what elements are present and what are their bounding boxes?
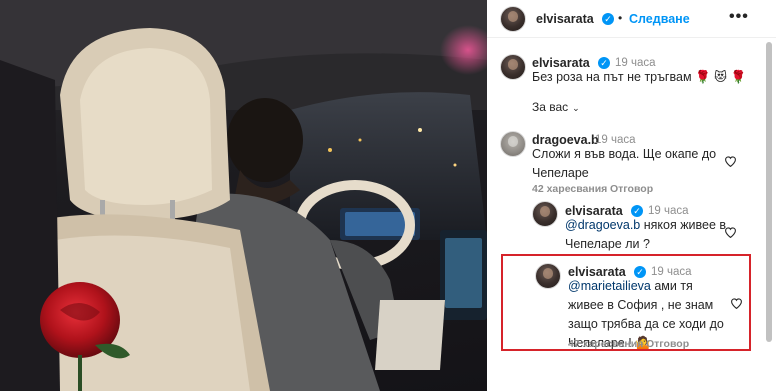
- caption-text: Без роза на път не тръгвам 🌹 😻 🌹: [532, 70, 747, 84]
- comment-sort-dropdown[interactable]: За вас ⌄: [532, 100, 580, 114]
- comment-avatar[interactable]: [500, 131, 526, 157]
- reply-button[interactable]: Отговор: [610, 183, 653, 195]
- caption-avatar[interactable]: [500, 54, 526, 80]
- chevron-down-icon: ⌄: [572, 103, 580, 113]
- author-avatar[interactable]: [500, 6, 526, 32]
- scrollbar-thumb[interactable]: [766, 42, 772, 342]
- highlight-frame: [501, 254, 751, 351]
- separator-dot: •: [618, 11, 623, 25]
- reply-text: @dragoeva.b някоя живее в Чепеларе ли ?: [565, 216, 730, 254]
- post-header: elvisarata ✓ • Следване •••: [487, 0, 776, 38]
- follow-button[interactable]: Следване: [629, 12, 690, 26]
- more-options-icon[interactable]: •••: [729, 8, 749, 26]
- heart-icon[interactable]: [724, 226, 737, 239]
- car-interior-image: [0, 0, 487, 391]
- verified-badge-icon: ✓: [602, 13, 614, 25]
- heart-icon[interactable]: [724, 155, 737, 168]
- author-username[interactable]: elvisarata: [536, 12, 594, 26]
- comment-sort-label: За вас: [532, 100, 569, 114]
- scrollbar[interactable]: [765, 38, 773, 368]
- comment-text: Сложи я във вода. Ще окапе до Чепеларе: [532, 147, 717, 180]
- reply-avatar[interactable]: [532, 201, 558, 227]
- post-photo: [0, 0, 487, 391]
- mention-link[interactable]: @dragoeva.b: [565, 218, 640, 232]
- comment-likes[interactable]: 42 харесвания: [532, 183, 607, 195]
